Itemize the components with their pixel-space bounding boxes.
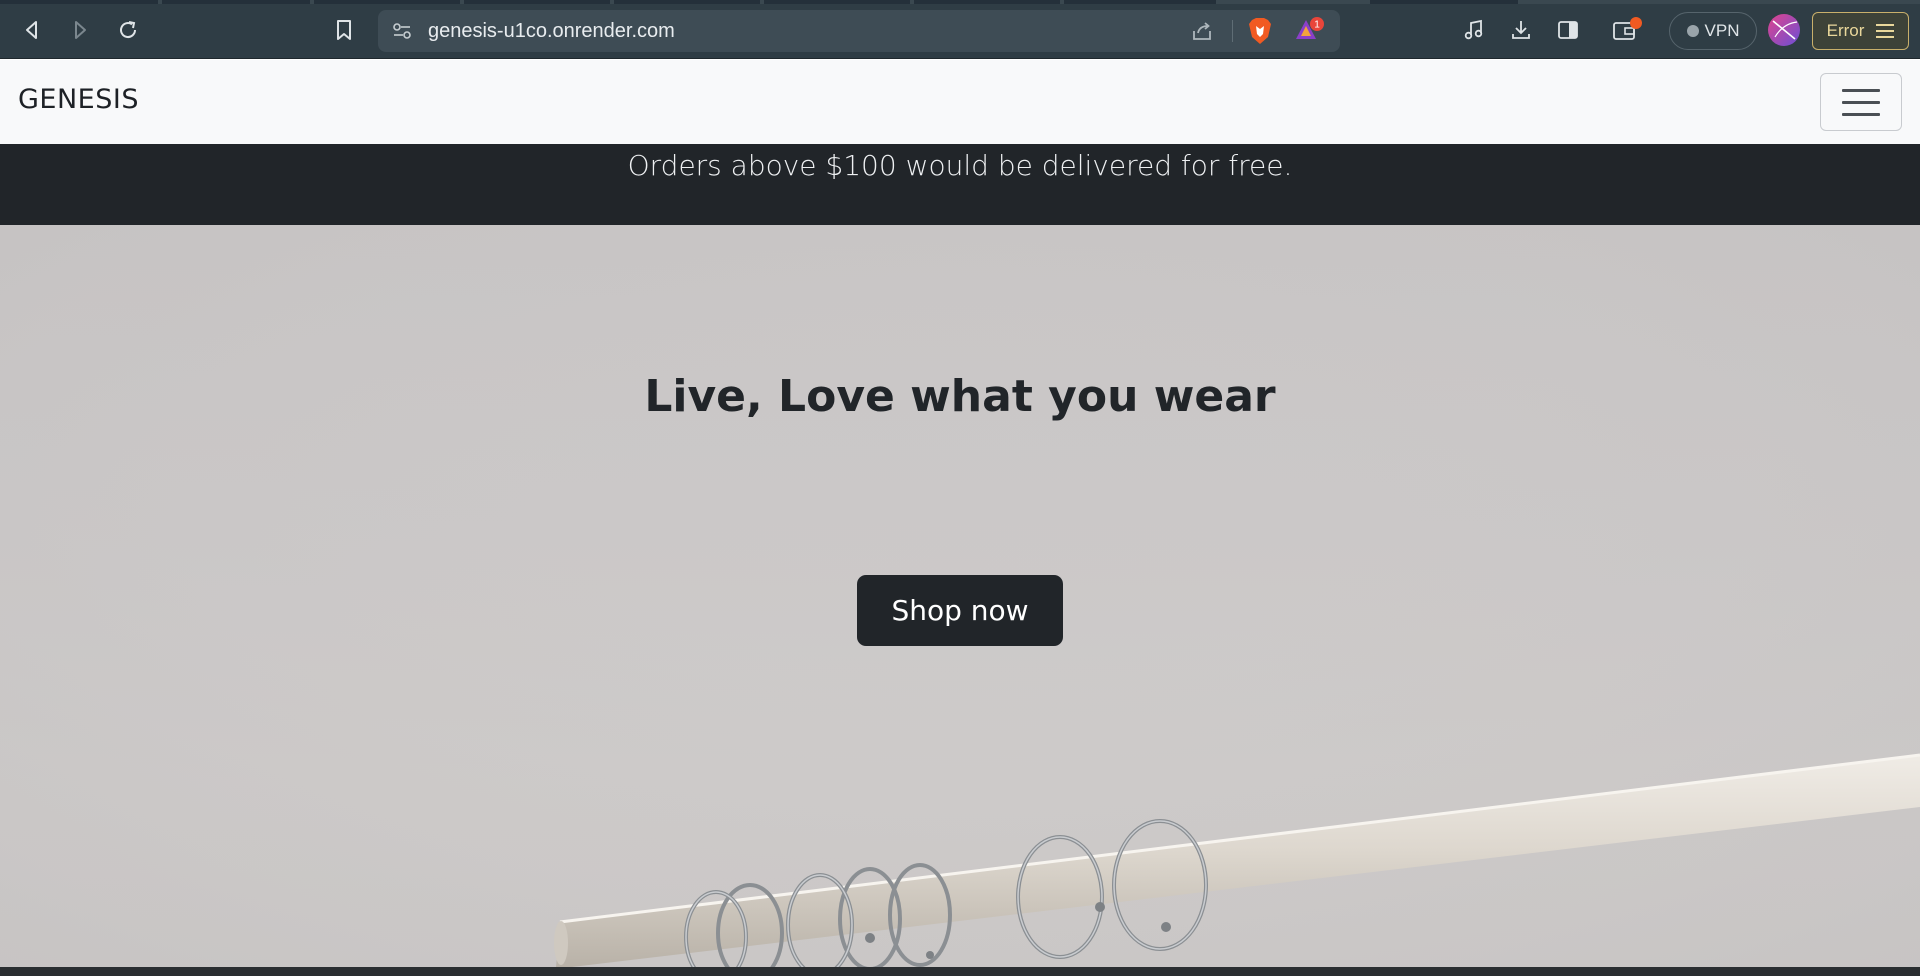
tab-strip[interactable] — [0, 0, 1920, 4]
vpn-label: VPN — [1704, 21, 1740, 40]
hamburger-line — [1842, 112, 1880, 116]
hamburger-line — [1842, 88, 1880, 92]
browser-toolbar: genesis-u1co.onrender.com 1 VPN Error — [0, 0, 1920, 59]
navbar-toggler-button[interactable] — [1820, 73, 1902, 131]
brave-rewards-icon[interactable]: 1 — [1294, 15, 1326, 47]
brave-shields-icon[interactable] — [1244, 15, 1276, 47]
site-navbar: GENESIS — [0, 60, 1920, 144]
media-icon[interactable] — [1458, 14, 1490, 46]
error-label: Error — [1826, 21, 1865, 40]
rewards-badge-count: 1 — [1314, 20, 1320, 31]
forward-icon[interactable] — [64, 14, 96, 46]
wallet-icon[interactable] — [1611, 14, 1643, 46]
share-icon[interactable] — [1186, 15, 1218, 47]
hamburger-line — [1842, 100, 1880, 104]
shop-now-button[interactable]: Shop now — [857, 575, 1063, 646]
promo-banner: Orders above $100 would be delivered for… — [0, 144, 1920, 225]
address-bar[interactable]: genesis-u1co.onrender.com 1 — [378, 10, 1340, 52]
download-icon[interactable] — [1505, 14, 1537, 46]
error-menu-button[interactable]: Error — [1812, 12, 1909, 50]
vpn-status-icon — [1686, 25, 1699, 37]
url-text[interactable]: genesis-u1co.onrender.com — [428, 20, 675, 43]
menu-icon — [1876, 24, 1895, 38]
reload-icon[interactable] — [112, 14, 144, 46]
hero-title: Live, Love what you wear — [644, 371, 1276, 422]
vpn-button[interactable]: VPN — [1669, 12, 1757, 50]
profile-icon[interactable] — [1767, 13, 1801, 47]
window-bottom-edge — [0, 967, 1920, 976]
sidebar-icon[interactable] — [1552, 14, 1584, 46]
back-icon[interactable] — [16, 14, 48, 46]
promo-text: Orders above $100 would be delivered for… — [627, 149, 1293, 182]
bookmark-icon[interactable] — [328, 14, 360, 46]
hero-section: Live, Love what you wear Shop now — [0, 225, 1920, 967]
site-settings-icon[interactable] — [386, 15, 418, 47]
brand-logo[interactable]: GENESIS — [18, 84, 139, 115]
